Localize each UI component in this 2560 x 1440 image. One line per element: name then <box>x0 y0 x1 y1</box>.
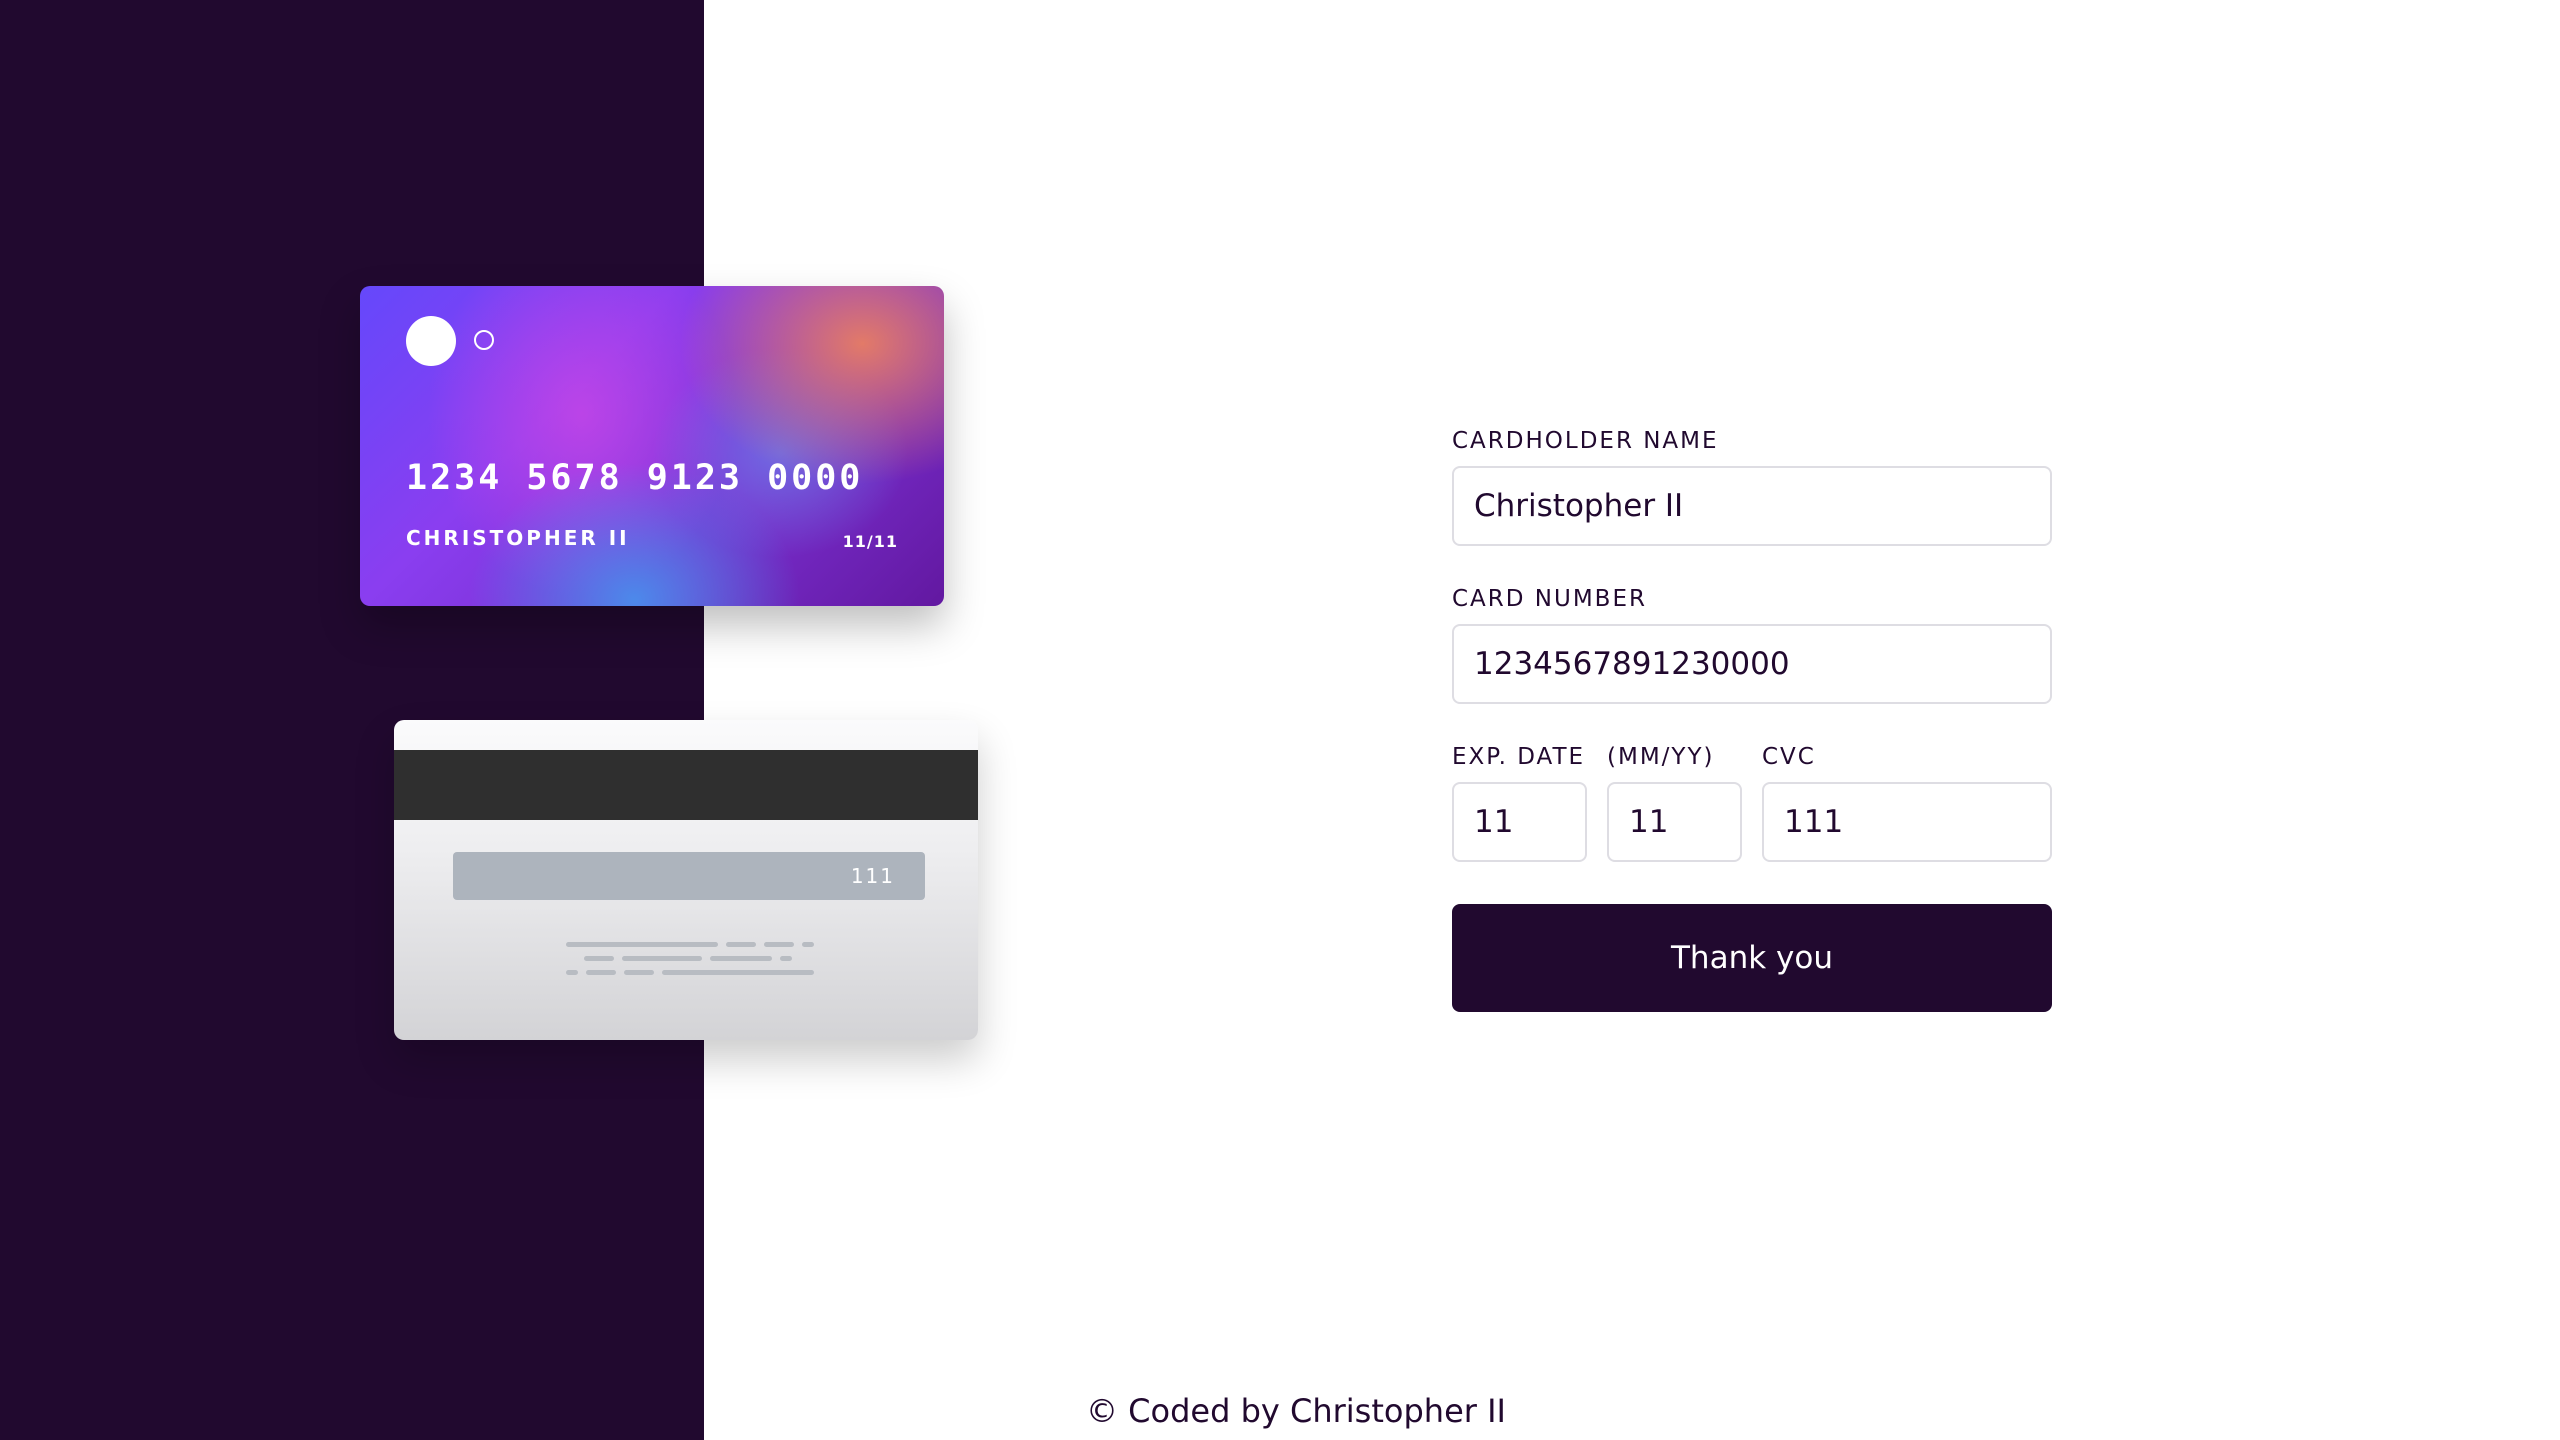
card-magnetic-stripe <box>394 750 978 820</box>
card-front-name: CHRISTOPHER II <box>406 526 630 550</box>
footer-credit: © Coded by Christopher II <box>1086 1392 1506 1430</box>
cardholder-name-label: CARDHOLDER NAME <box>1452 428 1719 454</box>
card-front: 1234 5678 9123 0000 CHRISTOPHER II 11/11 <box>360 286 944 606</box>
card-front-exp-year: 11 <box>873 532 898 551</box>
cardholder-name-input[interactable]: Christopher II <box>1452 466 2052 546</box>
mmyy-label: (MM/YY) <box>1607 744 1715 770</box>
card-number-label: CARD NUMBER <box>1452 586 1647 612</box>
card-front-expiry: 11/11 <box>843 532 898 551</box>
card-back-cvc: 111 <box>850 864 895 888</box>
exp-year-input[interactable]: 11 <box>1607 782 1742 862</box>
card-back: 111 <box>394 720 978 1040</box>
exp-month-input[interactable]: 11 <box>1452 782 1587 862</box>
card-signature-strip: 111 <box>453 852 925 900</box>
cvc-label: CVC <box>1762 744 1816 770</box>
card-number-input[interactable]: 1234567891230000 <box>1452 624 2052 704</box>
card-logo-circle-small-icon <box>474 330 494 350</box>
submit-button[interactable]: Thank you <box>1452 904 2052 1012</box>
card-front-number: 1234 5678 9123 0000 <box>406 458 864 498</box>
card-front-exp-separator: / <box>866 532 874 551</box>
exp-date-label: EXP. DATE <box>1452 744 1586 770</box>
card-front-exp-month: 11 <box>842 532 867 551</box>
cvc-input[interactable]: 111 <box>1762 782 2052 862</box>
card-logo-circle-large-icon <box>406 316 456 366</box>
